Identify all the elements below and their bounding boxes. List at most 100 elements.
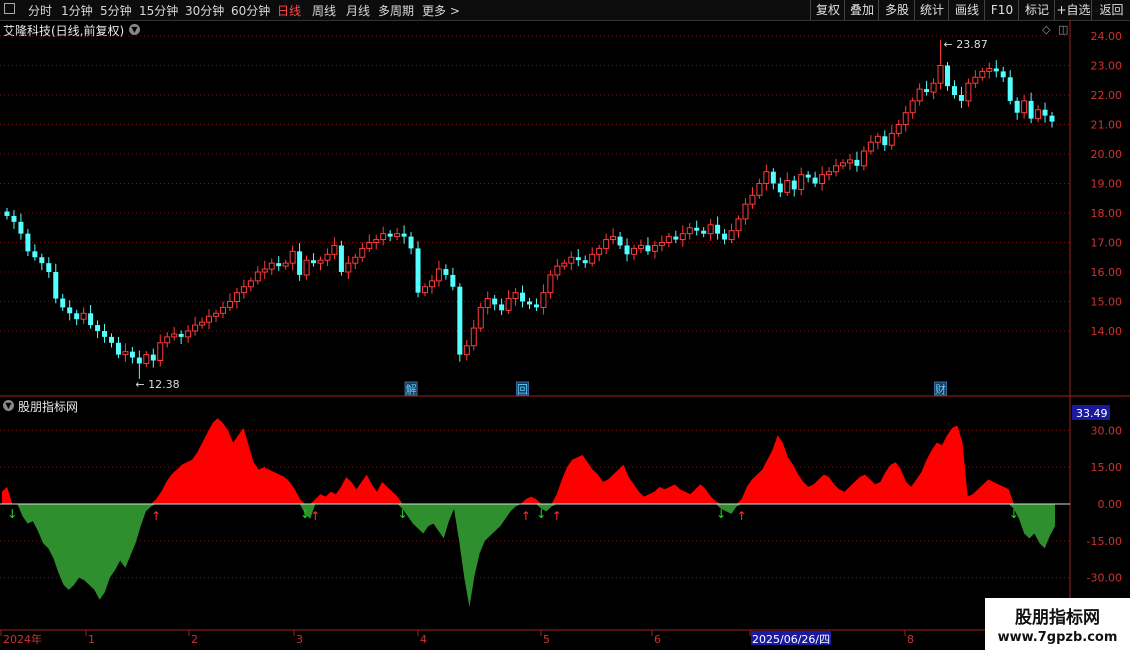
candle-body-down <box>701 230 707 234</box>
candle-body-up <box>867 141 874 152</box>
indicator-chevron-icon[interactable]: ▼ <box>3 400 14 411</box>
candle-body-down <box>582 260 588 264</box>
candle-body-up <box>303 259 310 276</box>
candle-body-down <box>4 211 10 216</box>
candle-body-down <box>53 272 59 299</box>
candle-body-down <box>129 351 135 358</box>
watermark: 股朋指标网 www.7gpzb.com <box>985 598 1130 650</box>
candle-body-down <box>617 236 623 246</box>
candle-body-up <box>157 342 164 361</box>
price-tick-label: 18.00 <box>1091 207 1123 220</box>
candle-body-up <box>1021 100 1028 114</box>
candle-body-up <box>171 333 178 338</box>
candle-body-up <box>735 218 742 232</box>
indicator-tick-label: 15.00 <box>1091 461 1123 474</box>
candle-body-up <box>798 174 805 190</box>
candle-body-up <box>547 274 554 294</box>
candle-body-up <box>540 292 547 308</box>
time-axis-label: 2 <box>191 633 198 646</box>
candle-body-up <box>833 165 840 173</box>
candle-body-down <box>32 251 38 258</box>
price-tick-label: 15.00 <box>1091 296 1123 309</box>
indicator-tick-label: 0.00 <box>1098 498 1123 511</box>
indicator-tick-label: -15.00 <box>1087 535 1122 548</box>
time-axis-label: 2024年 <box>3 632 42 646</box>
candle-body-down <box>520 292 526 302</box>
candle-body-up <box>651 244 658 252</box>
price-tick-label: 21.00 <box>1091 119 1123 132</box>
candle-body-down <box>527 301 532 305</box>
candle-body-down <box>450 274 456 287</box>
candle-body-up <box>707 224 714 235</box>
candle-body-down <box>673 236 679 240</box>
candle-body-down <box>1000 71 1006 78</box>
candle-body-down <box>1042 109 1048 116</box>
candle-body-down <box>945 65 950 87</box>
time-axis-label: 6 <box>654 633 661 646</box>
candle-body-up <box>484 298 491 308</box>
candle-body-down <box>88 313 94 326</box>
candle-body-down <box>951 86 957 95</box>
candle-body-up <box>512 292 519 300</box>
time-axis-label: 4 <box>420 633 427 646</box>
candle-body-up <box>937 65 944 84</box>
candle-body-up <box>331 244 338 255</box>
price-tick-label: 20.00 <box>1091 148 1123 161</box>
candle-body-up <box>972 76 979 84</box>
time-axis-label: 2025/06/26/四 <box>752 633 830 646</box>
candle-body-down <box>993 68 999 72</box>
candle-body-up <box>756 183 763 196</box>
candle-body-up <box>819 174 826 184</box>
candle-body-down <box>178 333 184 337</box>
candle-body-down <box>74 313 80 320</box>
candle-body-up <box>909 100 916 114</box>
candle-body-up <box>422 286 428 294</box>
candle-body-up <box>658 242 665 246</box>
candle-body-down <box>11 215 17 222</box>
candle-body-up <box>282 262 289 267</box>
candle-body-up <box>860 150 867 167</box>
price-tick-label: 17.00 <box>1091 237 1123 250</box>
candle-body-up <box>80 312 87 320</box>
candle-body-down <box>499 304 505 311</box>
candle-body-down <box>67 307 73 314</box>
event-marker-label: 财 <box>935 382 946 396</box>
candle-body-up <box>596 247 603 255</box>
candle-body-up <box>470 327 477 347</box>
event-marker-label: 解 <box>406 382 417 396</box>
candle-body-up <box>192 324 199 332</box>
candle-body-up <box>986 67 993 72</box>
candle-body-down <box>136 357 142 364</box>
time-axis-label: 8 <box>907 633 914 646</box>
candle-body-up <box>589 253 596 264</box>
candle-body-down <box>1007 77 1013 101</box>
candle-body-down <box>408 236 414 249</box>
candle-body-up <box>254 271 261 282</box>
candle-body-down <box>25 233 31 252</box>
positive-area <box>2 418 1055 504</box>
candle-body-down <box>60 298 66 308</box>
candle-body-up <box>554 265 561 276</box>
watermark-line2: www.7gpzb.com <box>997 630 1118 645</box>
candle-body-up <box>345 262 352 273</box>
price-tick-label: 14.00 <box>1091 325 1123 338</box>
candle-body-down <box>443 269 449 275</box>
candle-body-up <box>394 233 401 238</box>
sell-arrow: ↓ <box>1009 507 1019 521</box>
candle-body-up <box>366 242 373 249</box>
candle-body-up <box>902 112 909 125</box>
candle-body-up <box>185 330 192 338</box>
candle-body-down <box>812 177 818 184</box>
buy-arrow: ↑ <box>310 509 320 523</box>
candle-body-down <box>115 342 121 355</box>
indicator-title: 股朋指标网 <box>18 400 79 414</box>
candle-body-down <box>791 180 797 190</box>
sell-arrow: ↓ <box>398 507 408 521</box>
candle-body-up <box>979 70 986 78</box>
candle-body-up <box>477 306 484 329</box>
candle-body-up <box>888 132 895 146</box>
candle-body-down <box>722 233 728 240</box>
candle-body-down <box>805 174 811 178</box>
candle-body-up <box>435 268 442 282</box>
candle-body-up <box>665 236 672 244</box>
